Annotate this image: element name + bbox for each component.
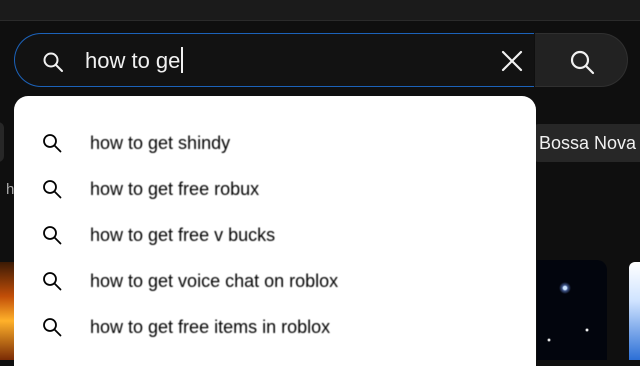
text-cursor (181, 47, 183, 73)
chip-left-partial[interactable] (0, 122, 4, 162)
clear-search-button[interactable] (497, 46, 527, 76)
video-thumbnail-left[interactable] (0, 262, 14, 360)
suggestion-text: how to get free v bucks (90, 225, 276, 245)
search-icon (41, 316, 63, 338)
search-query-text: how to ge (85, 48, 181, 73)
suggestion-text: how to get free robux (90, 179, 260, 199)
suggestion-item[interactable]: how to get free v bucks (14, 212, 536, 258)
search-input[interactable]: how to ge (85, 47, 183, 75)
suggestion-text: how to get shindy (90, 133, 231, 153)
search-submit-button[interactable] (535, 33, 628, 87)
search-icon (41, 224, 63, 246)
search-suggestions-dropdown: how to get shindy how to get free robux … (14, 96, 536, 366)
search-icon (570, 50, 595, 75)
suggestion-text: how to get voice chat on roblox (90, 271, 339, 291)
search-icon (41, 270, 63, 292)
search-field[interactable]: how to ge (14, 33, 534, 87)
suggestion-item[interactable]: how to get shindy (14, 120, 536, 166)
video-thumbnail-space[interactable] (537, 260, 607, 360)
suggestion-item[interactable]: how to get free robux (14, 166, 536, 212)
suggestion-item[interactable]: how to get voice chat on roblox (14, 258, 536, 304)
top-bar-strip (0, 0, 640, 21)
suggestion-text: how to get free items in roblox (90, 317, 331, 337)
search-icon (41, 132, 63, 154)
search-icon (41, 50, 65, 74)
suggestion-item[interactable]: how to get free items in roblox (14, 304, 536, 350)
chip-bossa-nova[interactable]: Bossa Nova (531, 124, 640, 162)
video-thumbnail-right[interactable] (629, 262, 640, 360)
close-icon (501, 50, 523, 72)
search-icon (41, 178, 63, 200)
